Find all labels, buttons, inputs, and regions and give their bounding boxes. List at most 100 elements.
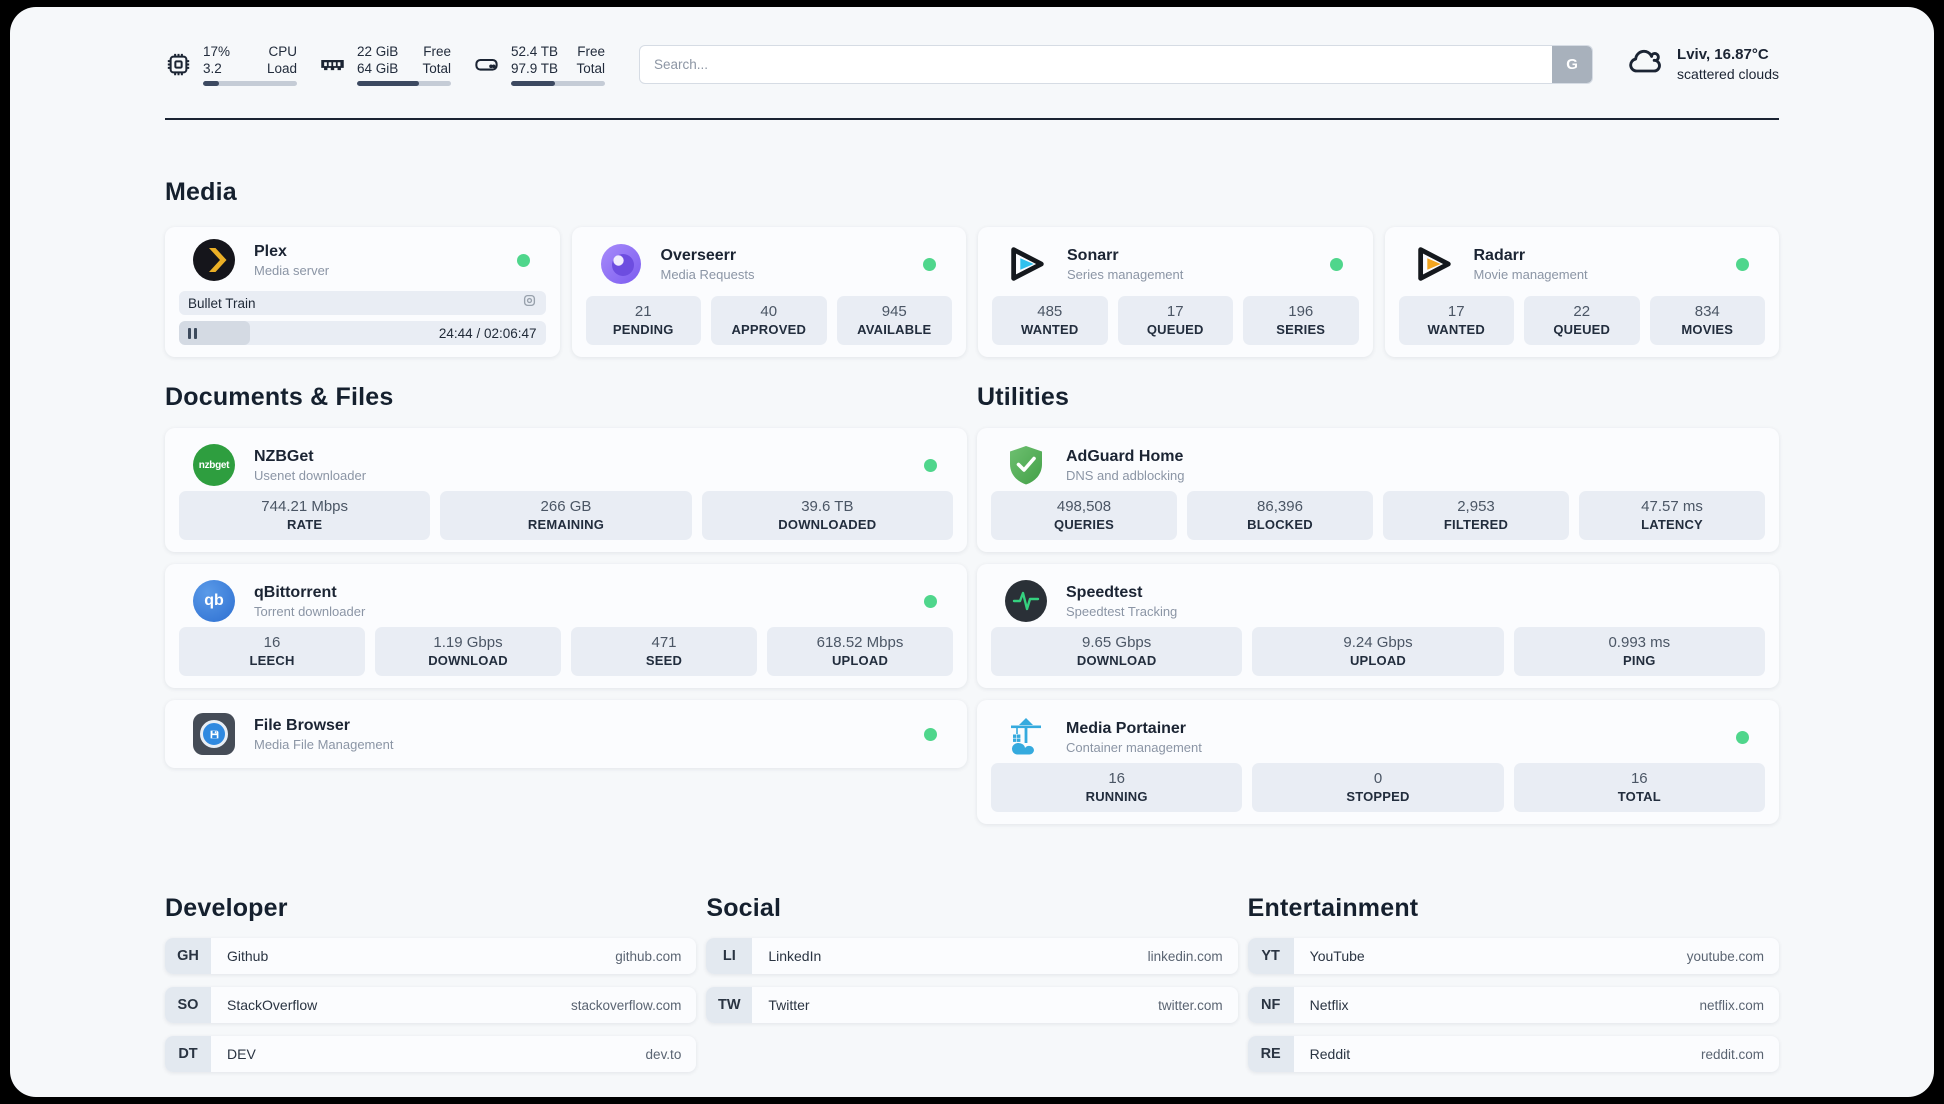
developer-links-column: Developer GH Github github.com SO StackO…	[165, 894, 697, 1072]
disk-free-value: 52.4 TB	[511, 43, 559, 59]
app-subtitle: Media Requests	[660, 267, 755, 282]
cpu-stat-widget: 17% 3.2 CPU Load	[165, 43, 297, 86]
link-badge: RE	[1247, 1036, 1294, 1072]
link-github[interactable]: GH Github github.com	[165, 938, 697, 974]
app-card-radarr[interactable]: Radarr Movie management 17 WANTED 22 QUE…	[1384, 227, 1779, 357]
app-subtitle: Usenet downloader	[254, 468, 367, 483]
weather-location-temp: Lviv, 16.87°C	[1677, 46, 1769, 63]
stat-tile: 39.6 TB DOWNLOADED	[701, 491, 953, 540]
developer-section-title: Developer	[165, 894, 288, 922]
stat-tile: 16 TOTAL	[1513, 763, 1765, 812]
app-subtitle: Media File Management	[254, 737, 394, 752]
app-card-plex[interactable]: Plex Media server Bullet Train 24:44 / 0…	[165, 227, 560, 357]
stat-tile: 266 GB REMAINING	[440, 491, 692, 540]
memory-stat-widget: 22 GiB 64 GiB Free Total	[319, 43, 451, 86]
app-card-sonarr[interactable]: Sonarr Series management 485 WANTED 17 Q…	[978, 227, 1373, 357]
memory-values: 22 GiB 64 GiB	[357, 43, 398, 77]
entertainment-section-title: Entertainment	[1247, 894, 1419, 922]
stat-tile: 17 WANTED	[1398, 296, 1514, 345]
status-dot	[924, 458, 937, 472]
overseerr-icon	[600, 243, 642, 285]
now-playing-title: Bullet Train	[188, 295, 256, 311]
app-name: Speedtest	[1066, 584, 1143, 601]
status-dot	[1736, 257, 1749, 271]
status-dot	[1329, 257, 1343, 271]
app-card-adguard[interactable]: AdGuard Home DNS and adblocking 498,508 …	[977, 428, 1779, 552]
status-dot	[1736, 730, 1749, 744]
app-subtitle: Container management	[1066, 740, 1202, 755]
documents-section-title: Documents & Files	[165, 383, 394, 411]
social-links-column: Social LI LinkedIn linkedin.com TW Twitt…	[706, 894, 1238, 1072]
cpu-label: CPU	[268, 43, 297, 59]
cpu-usage-value: 17%	[203, 43, 231, 59]
disk-icon	[473, 51, 500, 78]
load-label: Load	[266, 60, 297, 76]
portainer-icon	[1005, 716, 1047, 758]
link-badge: SO	[165, 987, 211, 1023]
link-reddit[interactable]: RE Reddit reddit.com	[1247, 1036, 1779, 1072]
app-card-qbittorrent[interactable]: qb qBittorrent Torrent downloader 16 LEE…	[165, 564, 967, 688]
app-card-filebrowser[interactable]: File Browser Media File Management	[165, 700, 967, 768]
disk-labels: Free Total	[576, 43, 605, 77]
total-label: Total	[422, 60, 451, 76]
total-label: Total	[576, 60, 605, 76]
weather-widget[interactable]: Lviv, 16.87°C scattered clouds	[1625, 42, 1779, 87]
pause-icon	[188, 327, 197, 339]
memory-icon	[319, 51, 346, 78]
app-name: Overseerr	[660, 247, 737, 264]
app-subtitle: Speedtest Tracking	[1066, 604, 1178, 619]
memory-labels: Free Total	[422, 43, 451, 77]
memory-total-value: 64 GiB	[357, 60, 399, 76]
adguard-icon	[1005, 444, 1047, 486]
media-grid: Plex Media server Bullet Train 24:44 / 0…	[165, 227, 1779, 357]
filebrowser-icon	[193, 713, 235, 755]
link-dev[interactable]: DT DEV dev.to	[165, 1036, 697, 1072]
stat-tile: 9.65 Gbps DOWNLOAD	[991, 627, 1243, 676]
status-dot	[924, 727, 937, 741]
link-twitter[interactable]: TW Twitter twitter.com	[706, 987, 1238, 1023]
link-youtube[interactable]: YT YouTube youtube.com	[1247, 938, 1779, 974]
link-stackoverflow[interactable]: SO StackOverflow stackoverflow.com	[165, 987, 697, 1023]
status-dot	[924, 594, 937, 608]
search-engine-button[interactable]: G	[1552, 45, 1593, 83]
disk-progress-bar	[511, 80, 605, 86]
stat-tile: 0.993 ms PING	[1513, 627, 1765, 676]
disk-total-value: 97.9 TB	[511, 60, 559, 76]
stat-tile: 618.52 Mbps UPLOAD	[767, 627, 953, 676]
link-linkedin[interactable]: LI LinkedIn linkedin.com	[706, 938, 1238, 974]
app-name: AdGuard Home	[1066, 448, 1184, 465]
status-dot	[923, 257, 936, 271]
link-badge: YT	[1247, 938, 1294, 974]
app-subtitle: Movie management	[1473, 267, 1588, 282]
stat-tile: 471 SEED	[571, 627, 757, 676]
app-card-overseerr[interactable]: Overseerr Media Requests 21 PENDING 40 A…	[571, 227, 966, 357]
playback-time: 24:44 / 02:06:47	[438, 325, 537, 341]
topbar: 17% 3.2 CPU Load 22 GiB 64 GiB Free Tota…	[165, 37, 1779, 91]
stat-tile: 485 WANTED	[992, 296, 1108, 345]
plex-icon	[193, 239, 235, 281]
stat-tile: 22 QUEUED	[1524, 296, 1640, 345]
entertainment-links-column: Entertainment YT YouTube youtube.com NF …	[1247, 894, 1779, 1072]
playback-progress-bar: 24:44 / 02:06:47	[179, 321, 546, 345]
app-subtitle: Media server	[254, 263, 330, 278]
app-card-portainer[interactable]: Media Portainer Container management 16 …	[977, 700, 1779, 824]
disk-stat-widget: 52.4 TB 97.9 TB Free Total	[473, 43, 605, 86]
search-input[interactable]	[639, 44, 1594, 84]
app-name: Media Portainer	[1066, 720, 1187, 737]
cpu-labels: CPU Load	[267, 43, 297, 77]
app-name: Plex	[254, 243, 287, 260]
stat-tile: 744.21 Mbps RATE	[179, 491, 431, 540]
stat-tile: 498,508 QUERIES	[991, 491, 1177, 540]
app-name: qBittorrent	[254, 584, 337, 601]
app-card-speedtest[interactable]: Speedtest Speedtest Tracking 9.65 Gbps D…	[977, 564, 1779, 688]
cloud-icon	[1625, 42, 1665, 87]
memory-progress-bar	[357, 80, 451, 86]
stat-tile: 9.24 Gbps UPLOAD	[1252, 627, 1504, 676]
speedtest-icon	[1005, 580, 1047, 622]
stat-tile: 21 PENDING	[585, 296, 701, 345]
utilities-section-title: Utilities	[977, 383, 1070, 411]
link-netflix[interactable]: NF Netflix netflix.com	[1247, 987, 1779, 1023]
app-card-nzbget[interactable]: nzbget NZBGet Usenet downloader 744.21 M…	[165, 428, 967, 552]
now-playing-row: Bullet Train	[179, 291, 546, 315]
session-camera-icon	[522, 293, 537, 313]
